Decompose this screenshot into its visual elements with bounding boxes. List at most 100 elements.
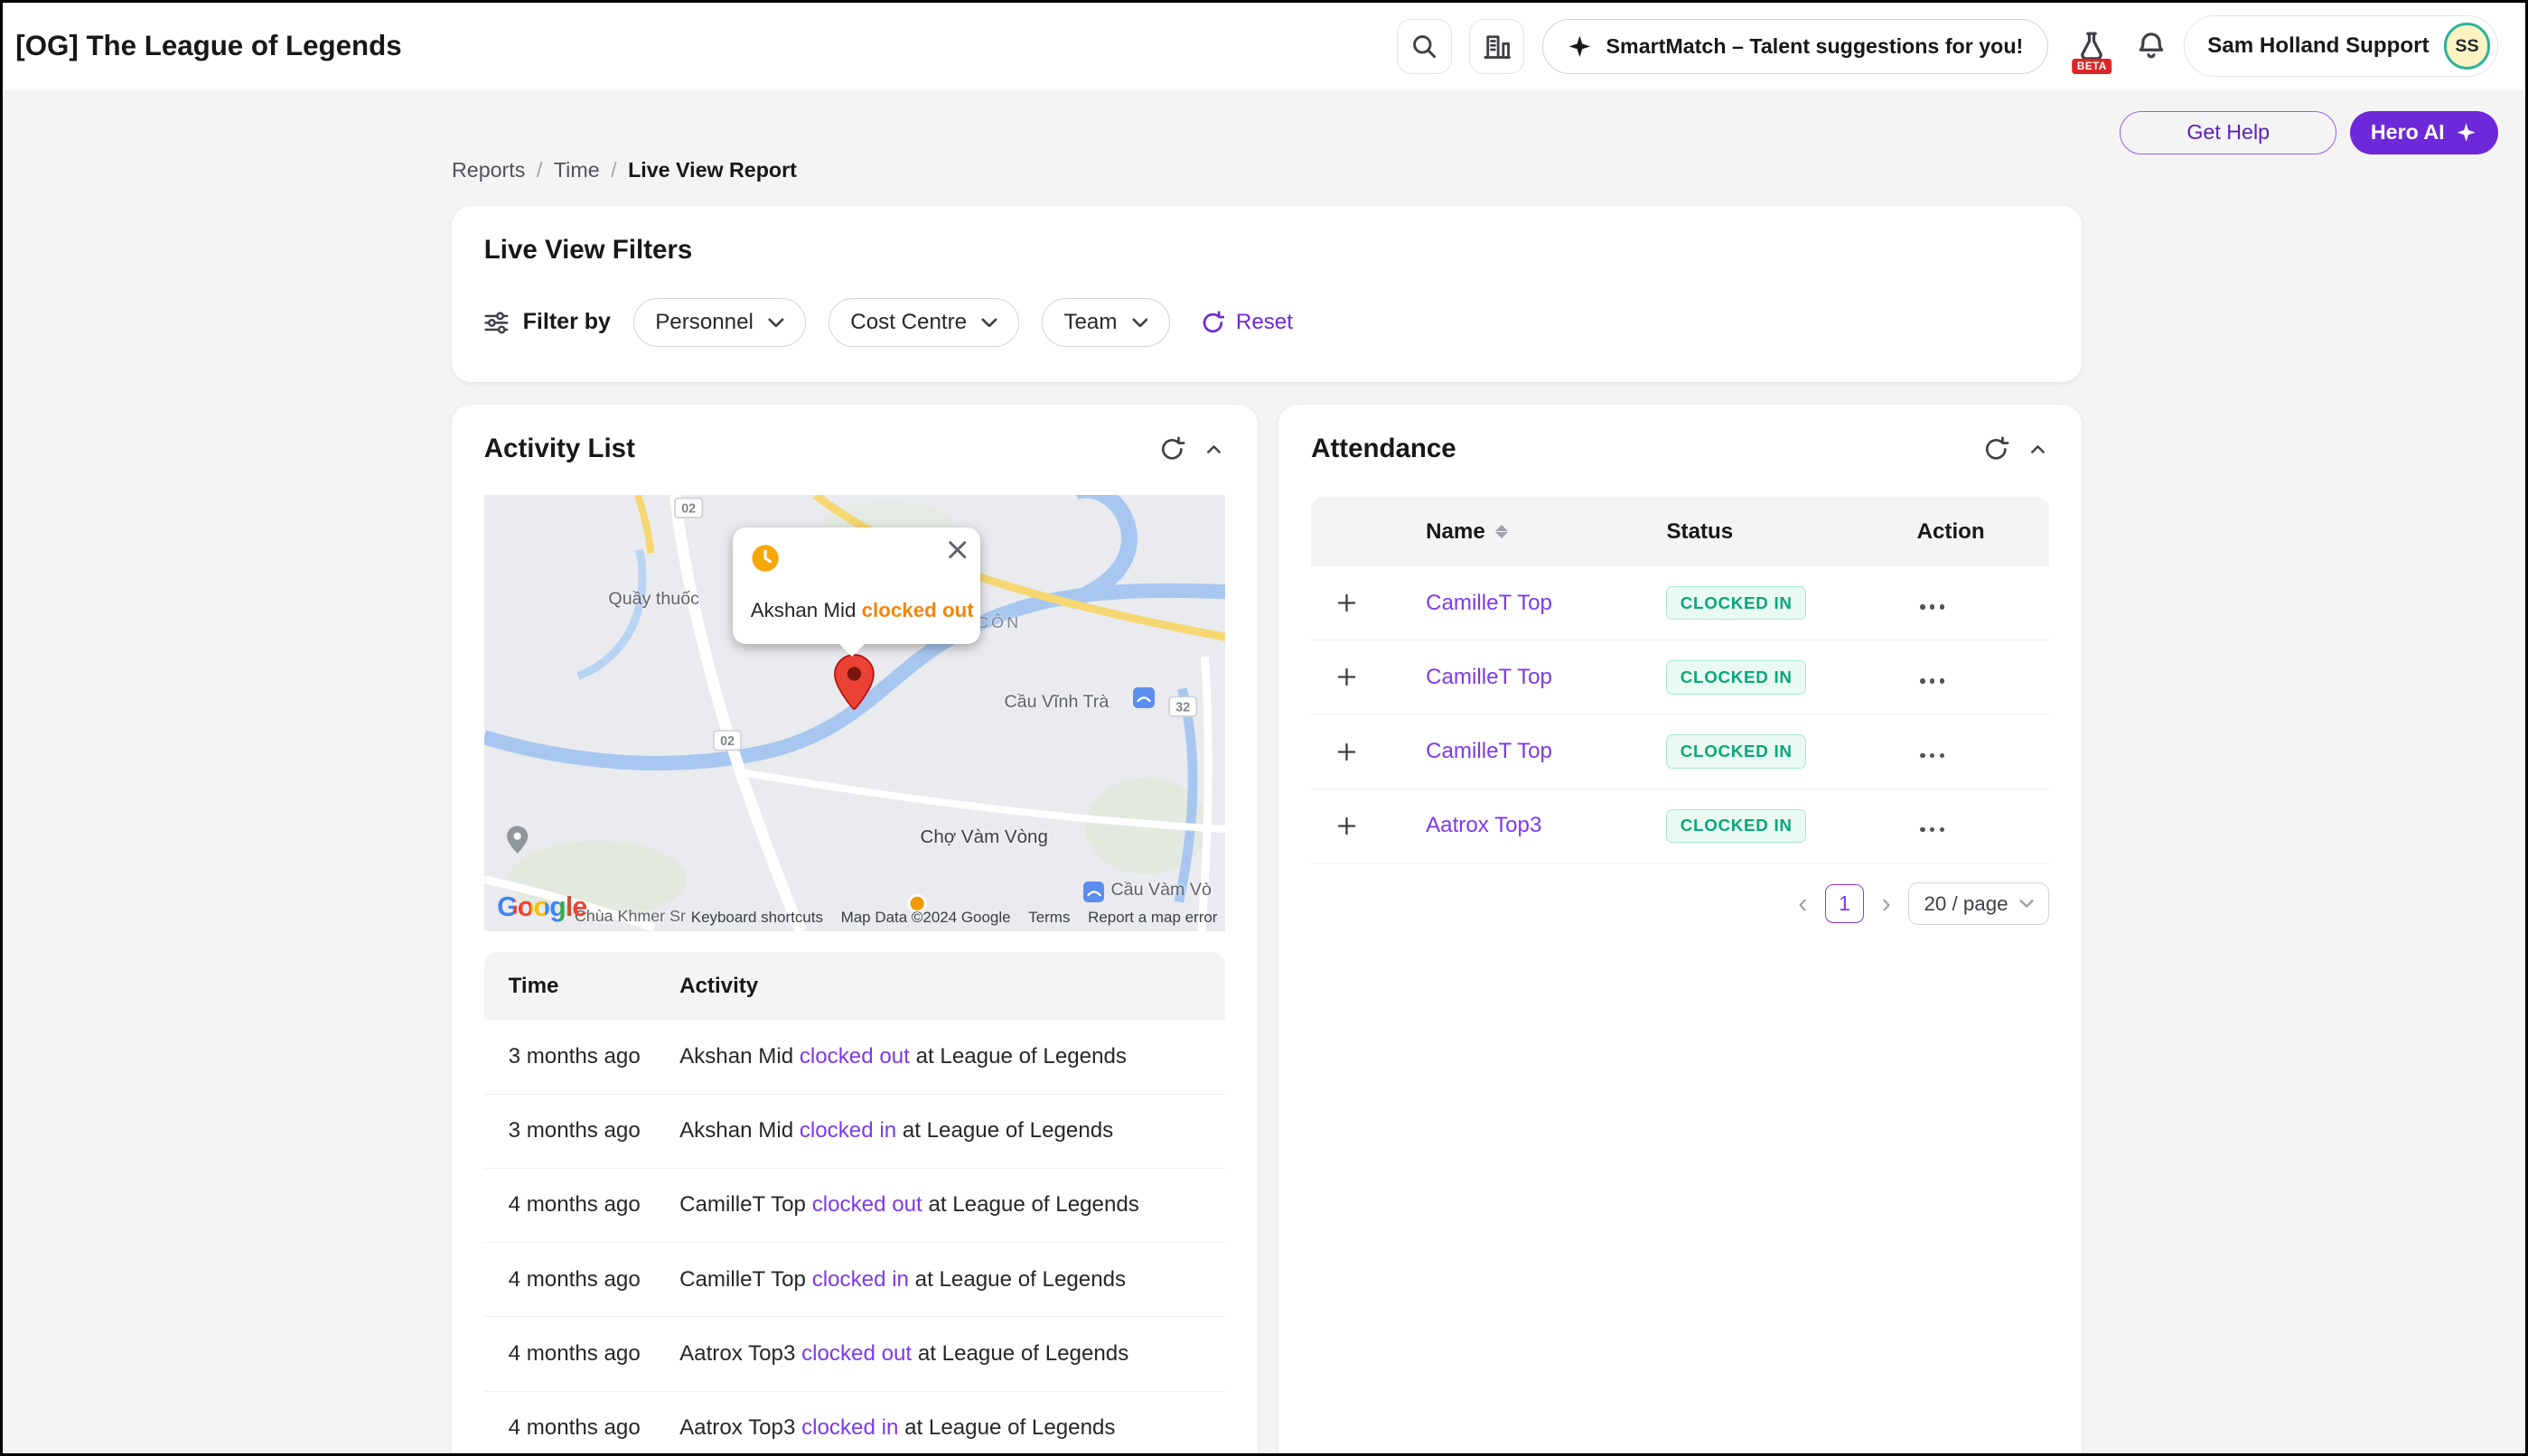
smartmatch-button[interactable]: SmartMatch – Talent suggestions for you! [1542,19,2048,74]
table-row: CamilleT Top CLOCKED IN [1311,566,2049,640]
map-label: Chợ Vàm Vòng [920,826,1047,848]
breadcrumb-reports[interactable]: Reports [452,158,525,182]
flask-icon [2076,31,2107,61]
expand-row-button[interactable] [1331,661,1363,694]
reset-filters-button[interactable]: Reset [1201,310,1293,335]
expand-row-button[interactable] [1331,587,1363,620]
status-badge: CLOCKED IN [1666,660,1806,695]
activity-status: clocked in [801,1415,898,1440]
employee-name-link[interactable]: Aatrox Top3 [1426,813,1541,837]
activity-person: Aatrox Top3 [679,1415,795,1440]
chevron-down-icon [981,318,997,328]
breadcrumb-time[interactable]: Time [554,158,600,182]
current-page-button[interactable]: 1 [1825,884,1864,923]
terms-link[interactable]: Terms [1028,909,1070,927]
search-icon [1410,33,1437,60]
activity-person: Akshan Mid [679,1118,793,1143]
page-size-select[interactable]: 20 / page [1908,882,2049,924]
map-data-label: Map Data ©2024 Google [841,909,1011,927]
keyboard-shortcuts-link[interactable]: Keyboard shortcuts [691,909,823,927]
bridge-icon [1133,687,1154,708]
report-map-error-link[interactable]: Report a map error [1088,909,1217,927]
search-button[interactable] [1397,19,1452,74]
activity-table: Time Activity 3 months ago Akshan Mid cl… [484,952,1226,1456]
table-row: CamilleT Top CLOCKED IN [1311,714,2049,789]
activity-status: clocked in [812,1267,909,1292]
map-label: Chùa Khmer Sr [575,907,686,926]
prev-page-button[interactable]: ‹ [1795,887,1811,921]
map-popup: Akshan Mid clocked out [733,527,980,644]
employee-name-link[interactable]: CamilleT Top [1426,591,1552,615]
map-label: Quầy thuốc [608,589,699,610]
plus-icon [1335,592,1358,614]
map-attribution: Keyboard shortcuts Map Data ©2024 Google… [691,909,1218,927]
employee-name-link[interactable]: CamilleT Top [1426,739,1552,763]
get-help-button[interactable]: Get Help [2120,111,2336,154]
attendance-title: Attendance [1311,434,1456,464]
sort-icon[interactable] [1495,525,1508,539]
breadcrumb-current: Live View Report [628,158,797,182]
activity-status: clocked out [801,1341,912,1366]
close-icon[interactable] [944,537,970,570]
plus-icon [1335,741,1358,763]
attendance-card: Attendance Name Status Action [1278,405,2082,1456]
row-actions-button[interactable] [1917,746,1948,764]
popup-status: clocked out [862,599,974,621]
attendance-collapse-button[interactable] [2027,438,2049,461]
activity-table-header: Time Activity [484,952,1226,1020]
chevron-down-icon [768,318,784,328]
google-logo[interactable]: Google [497,891,586,923]
clock-icon [751,544,780,573]
activity-refresh-button[interactable] [1159,436,1185,462]
quick-actions: Get Help Hero AI [2120,111,2498,154]
user-menu[interactable]: Sam Holland Support SS [2184,15,2497,77]
avatar: SS [2444,23,2491,70]
attendance-refresh-button[interactable] [1983,436,2009,462]
filter-by-label: Filter by [523,309,611,335]
notifications-button[interactable] [2136,31,2167,61]
map[interactable]: 02 02 32 [484,495,1226,931]
personnel-filter-label: Personnel [655,310,754,335]
expand-row-button[interactable] [1331,809,1363,842]
cost-centre-filter-label: Cost Centre [850,310,967,335]
hero-ai-label: Hero AI [2371,120,2445,145]
sparkles-icon [2456,122,2477,143]
org-switcher-button[interactable] [1469,19,1524,74]
activity-time: 4 months ago [484,1192,656,1218]
next-page-button[interactable]: › [1878,887,1894,921]
filters-title: Live View Filters [484,235,693,266]
activity-person: Aatrox Top3 [679,1341,795,1366]
team-filter-dropdown[interactable]: Team [1042,298,1169,347]
cost-centre-filter-dropdown[interactable]: Cost Centre [829,298,1019,347]
buildings-icon [1484,33,1511,60]
filter-by: Filter by [484,309,611,335]
col-header-name[interactable]: Name [1389,519,1629,545]
employee-name-link[interactable]: CamilleT Top [1426,665,1552,689]
activity-person: CamilleT Top [679,1267,806,1292]
road-shield: 32 [1169,697,1196,716]
pagination: ‹ 1 › 20 / page [1795,882,2050,924]
status-badge: CLOCKED IN [1666,734,1806,769]
hero-ai-button[interactable]: Hero AI [2350,111,2498,154]
bell-icon [2136,31,2167,61]
activity-location: at League of Legends [928,1192,1138,1217]
filters-row: Filter by Personnel Cost Centre Team Res… [484,298,1293,347]
row-actions-button[interactable] [1917,821,1948,839]
live-view-filters-card: Live View Filters Filter by Personnel Co… [452,206,2082,382]
table-row: Aatrox Top3 CLOCKED IN [1311,789,2049,863]
plus-icon [1335,815,1358,837]
row-actions-button[interactable] [1917,672,1948,690]
table-row: 4 months ago Aatrox Top3 clocked out at … [484,1317,1226,1391]
activity-collapse-button[interactable] [1203,438,1225,461]
filter-icon [484,311,509,335]
attendance-table: Name Status Action CamilleT Top CLOCKED … [1311,497,2049,863]
expand-row-button[interactable] [1331,735,1363,768]
activity-time: 4 months ago [484,1267,656,1293]
row-actions-button[interactable] [1917,598,1948,616]
personnel-filter-dropdown[interactable]: Personnel [633,298,806,347]
refresh-icon [1159,436,1185,462]
labs-button[interactable]: BETA [2066,19,2118,74]
status-badge: CLOCKED IN [1666,809,1806,844]
activity-list-card: Activity List [452,405,1258,1456]
get-help-label: Get Help [2186,120,2270,145]
